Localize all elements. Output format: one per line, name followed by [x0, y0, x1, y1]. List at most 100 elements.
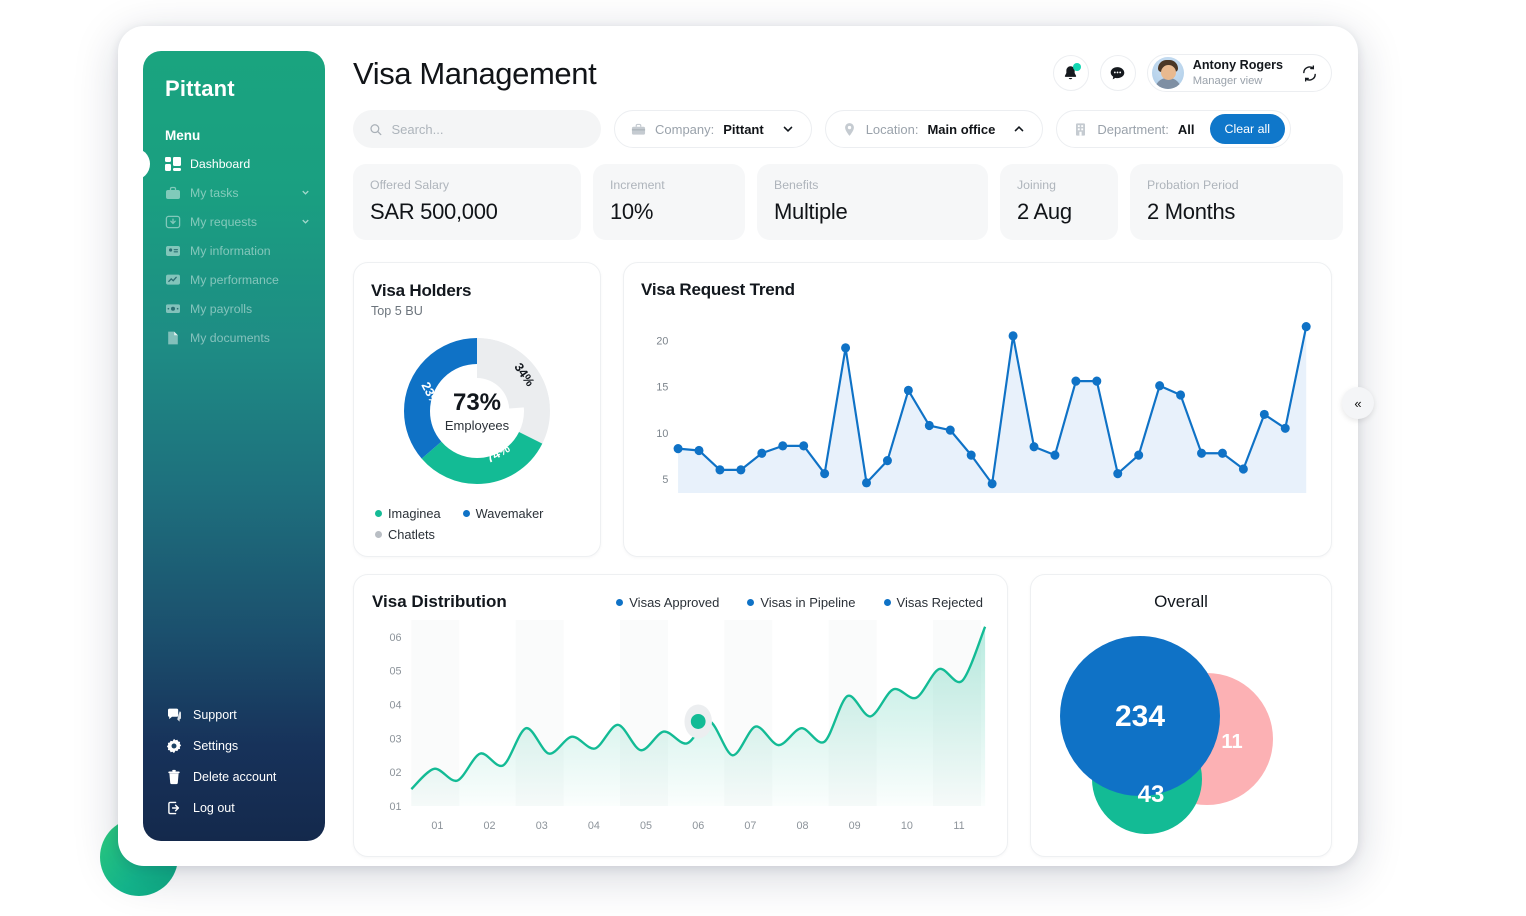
trend-data-point[interactable] — [1280, 423, 1290, 433]
trend-data-point[interactable] — [1050, 450, 1060, 460]
stat-label: Probation Period — [1147, 178, 1239, 192]
trend-data-point[interactable] — [1301, 322, 1311, 332]
messages-button[interactable] — [1099, 55, 1136, 91]
sidebar-item-label: Log out — [193, 800, 235, 815]
trend-data-point[interactable] — [1217, 448, 1227, 458]
y-axis-tick: 03 — [389, 733, 401, 745]
legend-item-visas-approved[interactable]: Visas Approved — [616, 595, 719, 610]
trend-data-point[interactable] — [694, 445, 704, 456]
trend-data-point[interactable] — [945, 425, 955, 435]
filter-bar: Company: Pittant Location: Main office — [353, 110, 1332, 148]
page-title: Visa Management — [353, 56, 597, 91]
sync-icon — [1303, 64, 1316, 82]
trend-data-point[interactable] — [903, 385, 913, 395]
visa-holders-card: Visa Holders Top 5 BU 34% 74% 23% 73% Em… — [353, 262, 601, 557]
visa-holders-legend: Imaginea Wavemaker Chatlets — [371, 506, 583, 542]
sidebar-item-my-requests[interactable]: My requests — [143, 207, 325, 236]
trend-data-point[interactable] — [757, 448, 767, 458]
stat-card-joining: Joining 2 Aug — [1000, 164, 1118, 240]
trend-data-point[interactable] — [673, 444, 683, 454]
sidebar-item-log-out[interactable]: Log out — [143, 792, 325, 823]
department-filter[interactable]: Department: All Clear all — [1056, 110, 1291, 148]
trend-data-point[interactable] — [778, 441, 788, 451]
sidebar-collapse-button[interactable]: « — [1342, 387, 1374, 419]
trend-data-point[interactable] — [820, 468, 830, 479]
trend-data-point[interactable] — [1134, 450, 1144, 460]
notification-badge — [1072, 63, 1081, 71]
document-icon — [165, 330, 181, 346]
visa-distribution-chart: 01 02 03 04 05 06 01 02 03 04 05 06 07 08 09 10 11 — [389, 620, 987, 832]
card-title: Visa Holders — [371, 281, 472, 300]
y-axis-tick: 10 — [656, 428, 668, 440]
user-profile-chip[interactable]: Antony Rogers Manager view — [1146, 54, 1332, 92]
sidebar-item-my-tasks[interactable]: My tasks — [143, 178, 325, 207]
building-icon — [1076, 122, 1086, 136]
trend-data-point[interactable] — [966, 450, 976, 460]
sidebar-item-my-payrolls[interactable]: My payrolls — [143, 294, 325, 323]
chevron-down-icon — [302, 190, 309, 195]
highlight-data-point[interactable] — [690, 713, 706, 729]
top-bar-actions: Antony Rogers Manager view — [1052, 54, 1332, 92]
stat-label: Benefits — [774, 178, 819, 192]
location-filter[interactable]: Location: Main office — [824, 110, 1044, 148]
briefcase-icon — [165, 185, 181, 201]
sidebar-nav: Dashboard My tasks My requests My inform… — [118, 147, 325, 352]
logout-icon — [166, 800, 182, 816]
sidebar-item-delete-account[interactable]: Delete account — [143, 761, 325, 792]
clear-all-button[interactable]: Clear all — [1209, 114, 1285, 144]
sidebar-item-dashboard[interactable]: Dashboard — [118, 147, 325, 180]
trend-data-point[interactable] — [1238, 464, 1248, 474]
search-box[interactable] — [353, 110, 601, 148]
legend-item-visas-rejected[interactable]: Visas Rejected — [883, 595, 983, 610]
trend-data-point[interactable] — [715, 465, 725, 475]
company-filter[interactable]: Company: Pittant — [614, 110, 812, 148]
sidebar-item-label: Settings — [193, 738, 239, 753]
stat-card-increment: Increment 10% — [593, 164, 745, 240]
trend-data-point[interactable] — [736, 465, 746, 475]
legend-dot — [462, 510, 470, 517]
trend-data-point[interactable] — [882, 456, 892, 466]
search-input[interactable] — [391, 121, 585, 137]
card-title: Visa Distribution — [372, 592, 507, 611]
trend-data-point[interactable] — [987, 479, 997, 489]
trend-data-point[interactable] — [1155, 381, 1165, 391]
x-axis-tick: 07 — [744, 820, 756, 832]
sidebar-item-label: My performance — [190, 272, 279, 287]
legend-item-visas-in-pipeline[interactable]: Visas in Pipeline — [747, 595, 856, 610]
sidebar-item-label: Dashboard — [190, 156, 251, 171]
sidebar-item-support[interactable]: Support — [143, 699, 325, 730]
sidebar-item-my-documents[interactable]: My documents — [143, 323, 325, 352]
legend-dot — [883, 598, 891, 606]
trend-data-point[interactable] — [1113, 468, 1123, 479]
trend-data-point[interactable] — [862, 478, 871, 488]
sidebar-item-my-performance[interactable]: My performance — [143, 265, 325, 294]
trend-data-point[interactable] — [924, 420, 934, 431]
x-axis-tick: 11 — [953, 820, 964, 832]
x-axis-tick: 08 — [797, 820, 809, 832]
trend-area-fill — [678, 326, 1307, 493]
trend-data-point[interactable] — [1197, 448, 1206, 458]
sidebar-item-settings[interactable]: Settings — [143, 730, 325, 761]
trend-data-point[interactable] — [1092, 376, 1102, 386]
legend-item-imaginea[interactable]: Imaginea — [375, 506, 441, 521]
trend-data-point[interactable] — [1176, 390, 1186, 400]
trend-data-point[interactable] — [1259, 409, 1269, 420]
chevron-left-double-icon: « — [1354, 395, 1362, 411]
switch-view-button[interactable] — [1300, 64, 1319, 83]
sidebar-item-my-information[interactable]: My information — [143, 236, 325, 265]
notifications-button[interactable] — [1052, 55, 1089, 91]
trend-data-point[interactable] — [1008, 331, 1018, 341]
x-axis-tick: 02 — [484, 820, 496, 832]
user-name: Antony Rogers — [1192, 58, 1283, 73]
legend-item-wavemaker[interactable]: Wavemaker — [462, 506, 543, 521]
trend-data-point[interactable] — [799, 441, 809, 451]
overall-venn-chart: 234 11 43 — [1060, 636, 1273, 834]
y-axis-tick: 15 — [656, 382, 668, 394]
trend-data-point[interactable] — [841, 343, 851, 353]
visa-distribution-legend: Visas Approved Visas in Pipeline Visas R… — [616, 595, 991, 610]
trend-data-point[interactable] — [1071, 376, 1081, 386]
trend-data-point[interactable] — [1029, 442, 1039, 452]
y-axis-tick: 5 — [662, 474, 668, 486]
x-axis-tick: 01 — [431, 820, 443, 832]
legend-item-chatlets[interactable]: Chatlets — [375, 527, 435, 542]
